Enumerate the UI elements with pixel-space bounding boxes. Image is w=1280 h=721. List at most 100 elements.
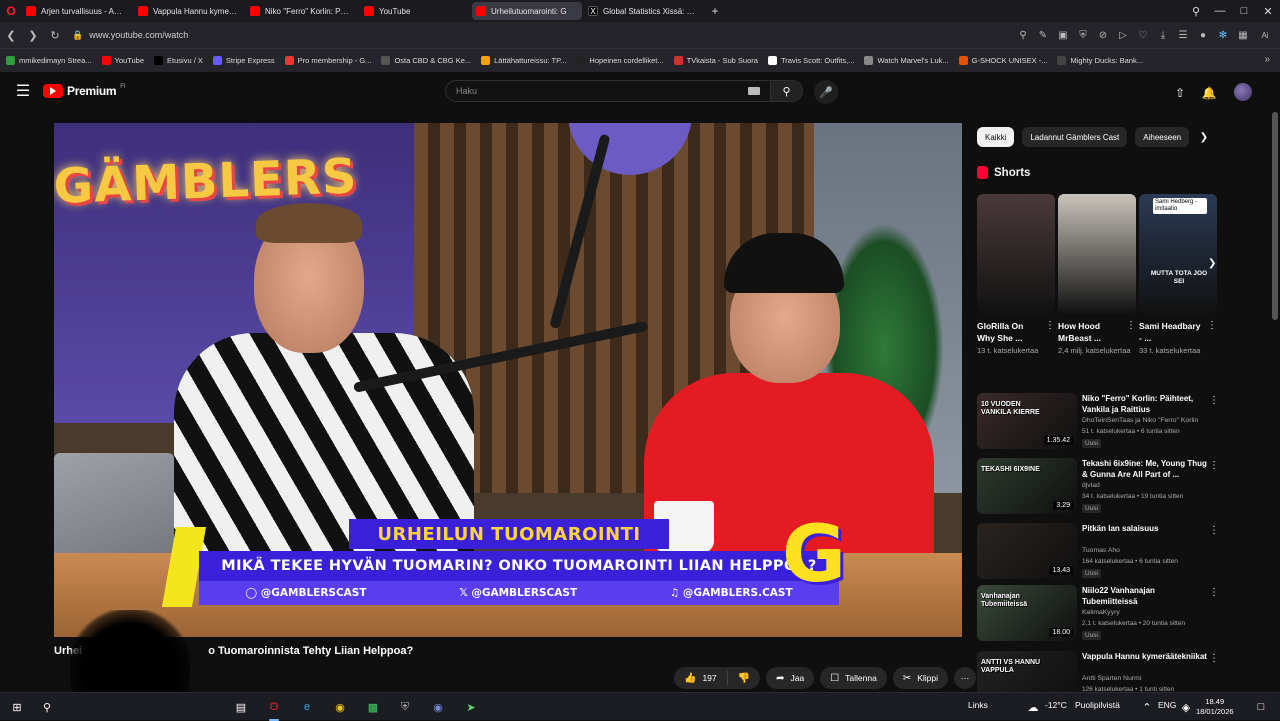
short-card[interactable]: GloRilla On Why She ... 13 t. katselukert…	[977, 194, 1055, 356]
clip-button[interactable]: ✂ Klippi	[892, 667, 949, 689]
thumbs-down-icon[interactable]: 👎	[738, 673, 750, 684]
edge-browser-icon[interactable]: e	[298, 698, 316, 716]
short-thumbnail[interactable]	[1058, 194, 1136, 314]
recommended-more-icon[interactable]: ⋮	[1209, 653, 1219, 664]
camera-lens-icon[interactable]: ⚲	[1014, 26, 1032, 44]
minimize-icon[interactable]: —	[1208, 0, 1232, 22]
chips-next-chevron-icon[interactable]: ❯	[1196, 129, 1212, 145]
bookmark-item[interactable]: Watch Marvel's Luk...	[864, 56, 949, 65]
heart-icon[interactable]: ♡	[1134, 26, 1152, 44]
close-window-icon[interactable]: ✕	[1256, 0, 1280, 22]
recommended-thumbnail[interactable]: 10 VUODEN VANKILA KIERRE 1.35.42	[977, 393, 1077, 449]
short-title[interactable]: GloRilla On Why She ...	[977, 320, 1043, 344]
url-text[interactable]: www.youtube.com/watch	[89, 30, 188, 40]
short-title[interactable]: Sami Headbary - ...	[1139, 320, 1205, 344]
cs2-app-icon[interactable]: ◉	[331, 698, 349, 716]
more-actions-button[interactable]: ⋯	[954, 667, 977, 689]
page-scrollbar[interactable]	[1272, 112, 1278, 320]
notifications-bell-icon[interactable]: 🔔	[1198, 82, 1220, 104]
search-box[interactable]	[445, 80, 771, 102]
recommended-channel[interactable]: Antti Sparten Nurmi	[1082, 675, 1207, 682]
recommended-title[interactable]: Niko "Ferro" Korlin: Päihteet, Vankila j…	[1082, 393, 1207, 415]
short-card[interactable]: Sami Hedberg -imitaatio MUTTA TOTA JOO SE…	[1139, 194, 1217, 356]
cube-icon[interactable]: ▦	[1234, 26, 1252, 44]
browser-tab[interactable]: X Global Statistics Xissä: "10	[584, 2, 702, 20]
recommended-more-icon[interactable]: ⋮	[1209, 395, 1219, 406]
recommended-thumbnail[interactable]: TEKASHI 6IX9INE 3.29	[977, 458, 1077, 514]
adblock-icon[interactable]: ⊘	[1094, 26, 1112, 44]
short-more-icon[interactable]: ⋮	[1045, 320, 1055, 331]
url-field[interactable]: 🔒 www.youtube.com/watch	[72, 30, 912, 41]
weather-temperature[interactable]: -12°C	[1045, 700, 1067, 710]
links-toolbar-label[interactable]: Links	[968, 700, 988, 710]
discord-icon[interactable]: ◉	[429, 698, 447, 716]
recommended-channel[interactable]: Tuomas Aho	[1082, 547, 1207, 554]
back-arrow-icon[interactable]: ❮	[0, 24, 22, 46]
short-title[interactable]: How Hood MrBeast ...	[1058, 320, 1124, 344]
network-icon[interactable]: ◈	[1177, 698, 1195, 716]
avatar[interactable]	[1234, 83, 1252, 101]
notification-center-icon[interactable]: □	[1252, 698, 1270, 716]
profile-icon[interactable]: ●	[1194, 26, 1212, 44]
opera-logo-icon[interactable]: O	[0, 0, 22, 22]
bookmark-item[interactable]: YouTube	[101, 56, 144, 65]
share-button[interactable]: ➦ Jaa	[766, 667, 815, 689]
search-button[interactable]: ⚲	[771, 80, 803, 102]
taskbar-clock[interactable]: 18.49 18/01/2026	[1196, 697, 1234, 717]
filter-chip[interactable]: Ladannut Gämblers Cast	[1022, 127, 1128, 147]
save-button[interactable]: ☐ Tallenna	[820, 667, 887, 689]
short-thumbnail[interactable]: Sami Hedberg -imitaatio MUTTA TOTA JOO SE…	[1139, 194, 1217, 314]
bookmark-item[interactable]: Pro membership - G...	[284, 56, 371, 65]
recommended-title[interactable]: Vappula Hannu kymeräätekniikat	[1082, 651, 1207, 662]
new-tab-plus-icon[interactable]: +	[708, 4, 722, 18]
browser-tab[interactable]: Arjen turvallisuus - Antti R	[22, 2, 132, 20]
recommended-video[interactable]: Vanhanajan Tubemiiteissä 18.00 Niilo22 Van…	[977, 585, 1219, 645]
bookmark-item[interactable]: Hopeinen cordelliket...	[576, 56, 664, 65]
shield-icon[interactable]: ⛨	[1074, 26, 1092, 44]
forward-arrow-icon[interactable]: ❯	[22, 24, 44, 46]
recommended-more-icon[interactable]: ⋮	[1209, 587, 1219, 598]
weather-cloud-icon[interactable]: ☁	[1024, 698, 1042, 716]
ai-button[interactable]: Ai	[1254, 26, 1276, 44]
weather-description[interactable]: Puolipilvistä	[1075, 700, 1120, 710]
taskbar-search-icon[interactable]: ⚲	[38, 698, 56, 716]
bookmark-item[interactable]: Stripe Express	[212, 56, 275, 65]
windows-start-icon[interactable]: ⊞	[8, 698, 26, 716]
opera-browser-icon[interactable]: O	[265, 698, 283, 721]
bookmark-item[interactable]: Osta CBD & CBG Ke...	[381, 56, 471, 65]
bookmark-item[interactable]: mmikedimayn Strea...	[6, 56, 92, 65]
play-icon[interactable]: ▷	[1114, 26, 1132, 44]
maximize-icon[interactable]: □	[1232, 0, 1256, 22]
recommended-video[interactable]: TEKASHI 6IX9INE 3.29 Tekashi 6ix9ine: Me, …	[977, 458, 1219, 518]
recommended-more-icon[interactable]: ⋮	[1209, 460, 1219, 471]
recommended-channel[interactable]: KalimaKyyry	[1082, 609, 1207, 616]
short-more-icon[interactable]: ⋮	[1207, 320, 1217, 331]
bookmark-item[interactable]: Etusivu / X	[154, 56, 203, 65]
task-view-icon[interactable]: ▤	[232, 698, 250, 716]
recommended-channel[interactable]: djvlad	[1082, 482, 1207, 489]
language-indicator[interactable]: ENG	[1158, 700, 1176, 710]
recommended-thumbnail[interactable]: 13.43	[977, 523, 1077, 579]
filter-chip[interactable]: Kaikki	[977, 127, 1015, 147]
search-input[interactable]	[456, 86, 736, 96]
arrow-app-icon[interactable]: ➤	[462, 698, 480, 716]
browser-tab[interactable]: Vappula Hannu kymeräät	[134, 2, 244, 20]
recommended-more-icon[interactable]: ⋮	[1209, 525, 1219, 536]
download-icon[interactable]: ⤓	[1154, 26, 1172, 44]
recommended-title[interactable]: Niilo22 Vanhanajan Tubemiitteissä	[1082, 585, 1207, 607]
bookmark-item[interactable]: Travis Scott: Outfits,...	[767, 56, 854, 65]
bookmark-item[interactable]: Lättähattureissu: TP...	[481, 56, 566, 65]
filter-chip[interactable]: Aiheeseen	[1135, 127, 1190, 147]
extension-icon[interactable]: ✻	[1214, 26, 1232, 44]
recommended-title[interactable]: Pitkän lan salaisuus	[1082, 523, 1207, 534]
menu-lines-icon[interactable]: ☰	[1174, 26, 1192, 44]
shield-app-icon[interactable]: ⛨	[396, 698, 414, 716]
upload-icon[interactable]: ⇧	[1169, 82, 1191, 104]
browser-search-icon[interactable]: ⚲	[1184, 0, 1208, 22]
voice-search-mic-icon[interactable]: 🎤	[814, 80, 838, 104]
pen-icon[interactable]: ✎	[1034, 26, 1052, 44]
recommended-video[interactable]: 10 VUODEN VANKILA KIERRE 1.35.42 Niko "Fer…	[977, 393, 1219, 453]
youtube-premium-logo[interactable]: Premium FI	[43, 84, 126, 98]
reload-icon[interactable]: ↻	[44, 24, 66, 46]
keyboard-icon[interactable]	[748, 87, 760, 95]
